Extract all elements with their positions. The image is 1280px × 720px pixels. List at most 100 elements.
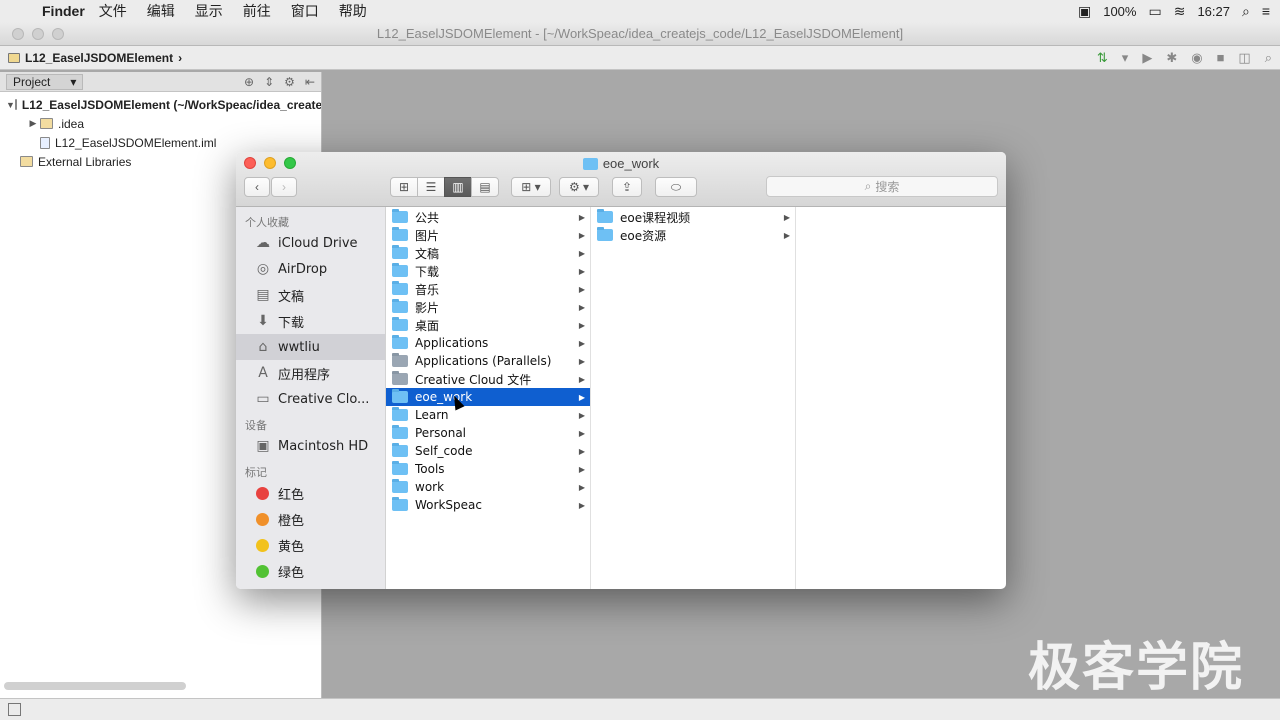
folder-row[interactable]: 影片 ▶ xyxy=(386,298,590,316)
sidebar-item[interactable]: ▭ Creative Clo... xyxy=(236,386,385,412)
ide-close-button[interactable] xyxy=(12,27,24,40)
folder-row[interactable]: 音乐 ▶ xyxy=(386,280,590,298)
folder-row[interactable]: Learn ▶ xyxy=(386,406,590,424)
share-button[interactable]: ⇪ xyxy=(612,177,642,197)
wifi-icon[interactable]: ≋ xyxy=(1174,3,1186,20)
horizontal-scrollbar[interactable] xyxy=(4,682,186,690)
tree-label: L12_EaselJSDOMElement.iml xyxy=(55,135,217,150)
sidebar-tag[interactable]: 橙色 xyxy=(236,506,385,532)
scroll-from-source-icon[interactable]: ⊕ xyxy=(244,75,254,89)
sidebar-item[interactable]: ▤ 文稿 xyxy=(236,282,385,308)
expand-arrow-icon[interactable]: ▼ xyxy=(6,100,15,110)
forward-button[interactable]: › xyxy=(271,177,297,197)
folder-name: 文稿 xyxy=(415,246,440,261)
folder-name: 图片 xyxy=(415,228,440,243)
document-icon: ▤ xyxy=(256,287,270,303)
menu-window[interactable]: 窗口 xyxy=(291,1,319,21)
coverage-icon[interactable]: ◉ xyxy=(1191,50,1202,66)
sidebar-tag[interactable]: 绿色 xyxy=(236,558,385,584)
sidebar-item[interactable]: ☁ iCloud Drive xyxy=(236,230,385,256)
folder-row[interactable]: 图片 ▶ xyxy=(386,226,590,244)
folder-icon xyxy=(392,425,408,439)
ide-zoom-button[interactable] xyxy=(52,27,64,40)
battery-icon[interactable]: ▭ xyxy=(1148,3,1161,20)
menu-app-name[interactable]: Finder xyxy=(42,3,85,19)
menu-help[interactable]: 帮助 xyxy=(339,1,367,21)
spotlight-search-icon[interactable]: ⌕ xyxy=(1242,3,1250,20)
structure-icon[interactable]: ◫ xyxy=(1238,50,1250,66)
menubar-status-area: ▣ 100% ▭ ≋ 16:27 ⌕ ≡ xyxy=(1078,3,1270,20)
tag-label: 红色 xyxy=(278,487,305,503)
folder-row[interactable]: eoe课程视频 ▶ xyxy=(591,208,795,226)
sidebar-item[interactable]: ▣ Macintosh HD xyxy=(236,433,385,459)
icon-view-button[interactable]: ⊞ xyxy=(390,177,418,197)
menu-edit[interactable]: 编辑 xyxy=(147,1,175,21)
collapse-all-icon[interactable]: ⇕ xyxy=(264,75,274,89)
download-icon: ⬇ xyxy=(257,313,269,329)
clock[interactable]: 16:27 xyxy=(1197,4,1230,19)
folder-row[interactable]: Applications (Parallels) ▶ xyxy=(386,352,590,370)
cover-flow-button[interactable]: ▤ xyxy=(471,177,499,197)
library-icon xyxy=(20,156,33,167)
sidebar-item[interactable]: ⌂ wwtliu xyxy=(236,334,385,360)
folder-row[interactable]: WorkSpeac ▶ xyxy=(386,496,590,514)
sidebar-item-label: Macintosh HD xyxy=(278,438,369,454)
folder-row[interactable]: 下载 ▶ xyxy=(386,262,590,280)
folder-row[interactable]: Applications ▶ xyxy=(386,334,590,352)
folder-row[interactable]: Personal ▶ xyxy=(386,424,590,442)
menu-view[interactable]: 显示 xyxy=(195,1,223,21)
folder-row[interactable]: 公共 ▶ xyxy=(386,208,590,226)
back-button[interactable]: ‹ xyxy=(244,177,270,197)
folder-row[interactable]: Self_code ▶ xyxy=(386,442,590,460)
sidebar-heading: 设备 xyxy=(245,419,267,432)
edit-tags-button[interactable]: ⬭ xyxy=(655,177,697,197)
camera-icon[interactable]: ▣ xyxy=(1078,3,1091,20)
folder-row[interactable]: Creative Cloud 文件 ▶ xyxy=(386,370,590,388)
hide-panel-icon[interactable]: ⇤ xyxy=(305,75,315,89)
column-view-button[interactable]: ▥ xyxy=(444,177,472,197)
action-gear-dropdown[interactable]: ⚙ ▾ xyxy=(559,177,599,197)
tree-row[interactable]: L12_EaselJSDOMElement.iml xyxy=(0,133,321,152)
ide-minimize-button[interactable] xyxy=(32,27,44,40)
breadcrumb[interactable]: L12_EaselJSDOMElement › xyxy=(8,51,182,65)
search-everywhere-icon[interactable]: ⌕ xyxy=(1265,50,1272,66)
breadcrumb-project[interactable]: L12_EaselJSDOMElement xyxy=(25,51,173,65)
sidebar-item[interactable]: A 应用程序 xyxy=(236,360,385,386)
folder-row[interactable]: eoe_work ▶ xyxy=(386,388,590,406)
tool-window-toggle-icon[interactable] xyxy=(8,703,21,716)
vcs-update-icon[interactable]: ⇅ xyxy=(1097,50,1108,66)
folder-row[interactable]: Tools ▶ xyxy=(386,460,590,478)
run-config-dropdown[interactable]: ▾ xyxy=(1122,50,1129,66)
tag-label: 黄色 xyxy=(278,539,305,555)
folder-icon xyxy=(40,118,53,129)
sidebar-tag[interactable]: 红色 xyxy=(236,480,385,506)
run-icon[interactable]: ▶ xyxy=(1142,50,1152,66)
airdrop-icon: ◎ xyxy=(256,261,270,277)
stop-icon[interactable]: ■ xyxy=(1217,50,1225,66)
folder-icon xyxy=(392,353,408,367)
folder-icon xyxy=(392,389,408,403)
sidebar-item[interactable]: ◎ AirDrop xyxy=(236,256,385,282)
watermark-logo: 极客学院 xyxy=(1027,638,1244,698)
folder-row[interactable]: 文稿 ▶ xyxy=(386,244,590,262)
search-field[interactable]: ⌕ 搜索 xyxy=(766,176,998,197)
gear-icon[interactable]: ⚙ xyxy=(284,75,295,89)
sidebar-item[interactable]: ⬇ 下载 xyxy=(236,308,385,334)
collapse-arrow-icon[interactable]: ▶ xyxy=(26,118,40,129)
folder-icon xyxy=(392,299,408,313)
menu-go[interactable]: 前往 xyxy=(243,1,271,21)
arrange-dropdown[interactable]: ⊞ ▾ xyxy=(511,177,551,197)
list-view-button[interactable]: ☰ xyxy=(417,177,445,197)
folder-name: Applications (Parallels) xyxy=(415,354,552,368)
debug-icon[interactable]: ✱ xyxy=(1166,50,1177,66)
menu-file[interactable]: 文件 xyxy=(99,1,127,21)
folder-row[interactable]: 桌面 ▶ xyxy=(386,316,590,334)
folder-row[interactable]: work ▶ xyxy=(386,478,590,496)
notification-center-icon[interactable]: ≡ xyxy=(1262,3,1270,19)
sidebar-tag[interactable]: 黄色 xyxy=(236,532,385,558)
tree-row[interactable]: ▼ L12_EaselJSDOMElement (~/WorkSpeac/idea… xyxy=(0,95,321,114)
folder-row[interactable]: eoe资源 ▶ xyxy=(591,226,795,244)
tree-row[interactable]: ▶ .idea xyxy=(0,114,321,133)
project-view-dropdown[interactable]: Project ▾ xyxy=(6,73,84,90)
folder-icon xyxy=(392,335,408,349)
